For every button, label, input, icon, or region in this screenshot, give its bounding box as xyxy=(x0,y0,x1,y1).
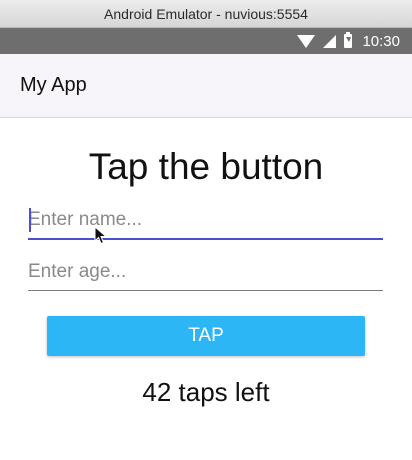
status-time: 10:30 xyxy=(362,32,400,50)
android-status-bar: 10:30 xyxy=(0,28,412,54)
taps-left-counter: 42 taps left xyxy=(142,377,270,407)
age-input[interactable] xyxy=(28,257,383,291)
app-title: My App xyxy=(20,74,87,96)
text-caret xyxy=(29,208,31,232)
tap-button[interactable]: TAP xyxy=(47,316,365,356)
name-input[interactable] xyxy=(28,206,383,240)
page-heading: Tap the button xyxy=(88,146,324,187)
emulator-window: Android Emulator - nuvious:5554 10:30 My… xyxy=(0,0,412,460)
battery-charging-icon xyxy=(344,32,353,48)
wifi-icon xyxy=(297,34,316,48)
emulator-window-title: Android Emulator - nuvious:5554 xyxy=(104,5,308,22)
mouse-pointer-icon xyxy=(94,225,108,245)
signal-icon xyxy=(323,34,337,48)
emulator-title-bar[interactable]: Android Emulator - nuvious:5554 xyxy=(0,0,412,28)
app-bar: My App xyxy=(0,54,412,118)
